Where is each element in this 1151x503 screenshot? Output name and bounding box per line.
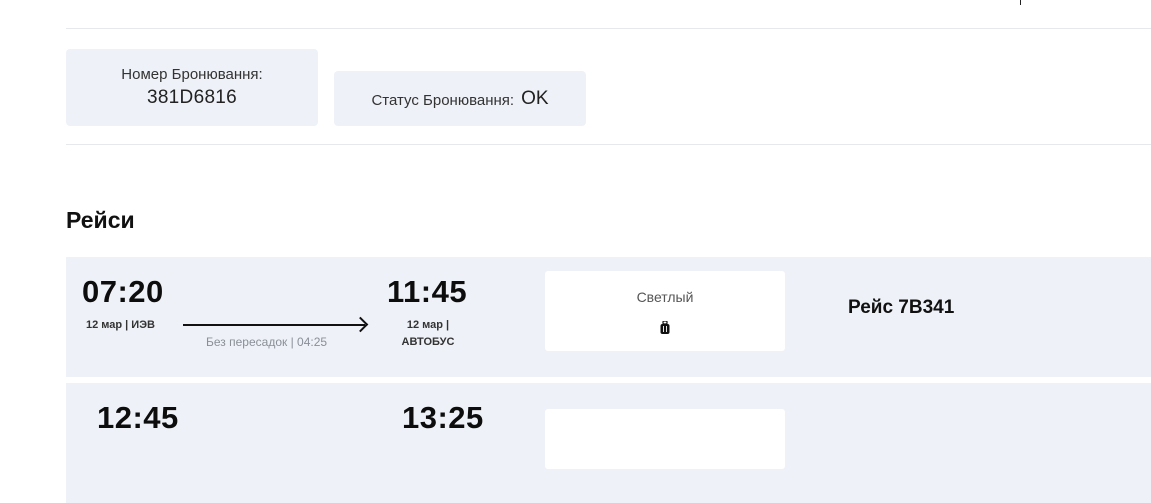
flights-section-title: Рейси: [66, 207, 135, 233]
transfer-info: Без пересадок | 04:25: [206, 335, 328, 349]
booking-status-value: OK: [521, 87, 549, 109]
booking-number-label: Номер Бронювання:: [121, 66, 263, 83]
section-divider: [66, 144, 1151, 145]
departure-time: 12:45: [97, 400, 179, 435]
arrival-time: 13:25: [402, 400, 484, 435]
arrival-time: 11:45: [387, 274, 468, 309]
arrival-info-type: АВТОБУС: [401, 336, 455, 348]
bus-name: Светлый: [636, 289, 694, 305]
flight-row[interactable]: 07:20 12 мар | ИЭВ Без пересадок | 04:25…: [66, 257, 1151, 377]
bus-info-card: Светлый: [545, 271, 785, 351]
header-edge-mark: [1020, 0, 1021, 5]
arrival-info-date: 12 мар |: [406, 319, 450, 331]
luggage-icon: [660, 321, 670, 334]
booking-status-label: Статус Бронювання:: [371, 91, 515, 109]
flight-row[interactable]: 12:45 13:25: [66, 383, 1151, 503]
route-arrow-icon: [183, 324, 365, 326]
flight-number: Рейс 7B341: [848, 297, 955, 318]
departure-time: 07:20: [82, 274, 164, 309]
top-divider: [66, 28, 1151, 29]
booking-number-card: Номер Бронювання: 381D6816: [66, 49, 318, 126]
booking-number-value: 381D6816: [146, 87, 238, 108]
arrival-info: 12 мар | АВТОБУС: [390, 317, 466, 351]
departure-info: 12 мар | ИЭВ: [86, 319, 155, 331]
booking-status-card: Статус Бронювання: OK: [334, 71, 586, 126]
bus-info-card: [545, 409, 785, 469]
